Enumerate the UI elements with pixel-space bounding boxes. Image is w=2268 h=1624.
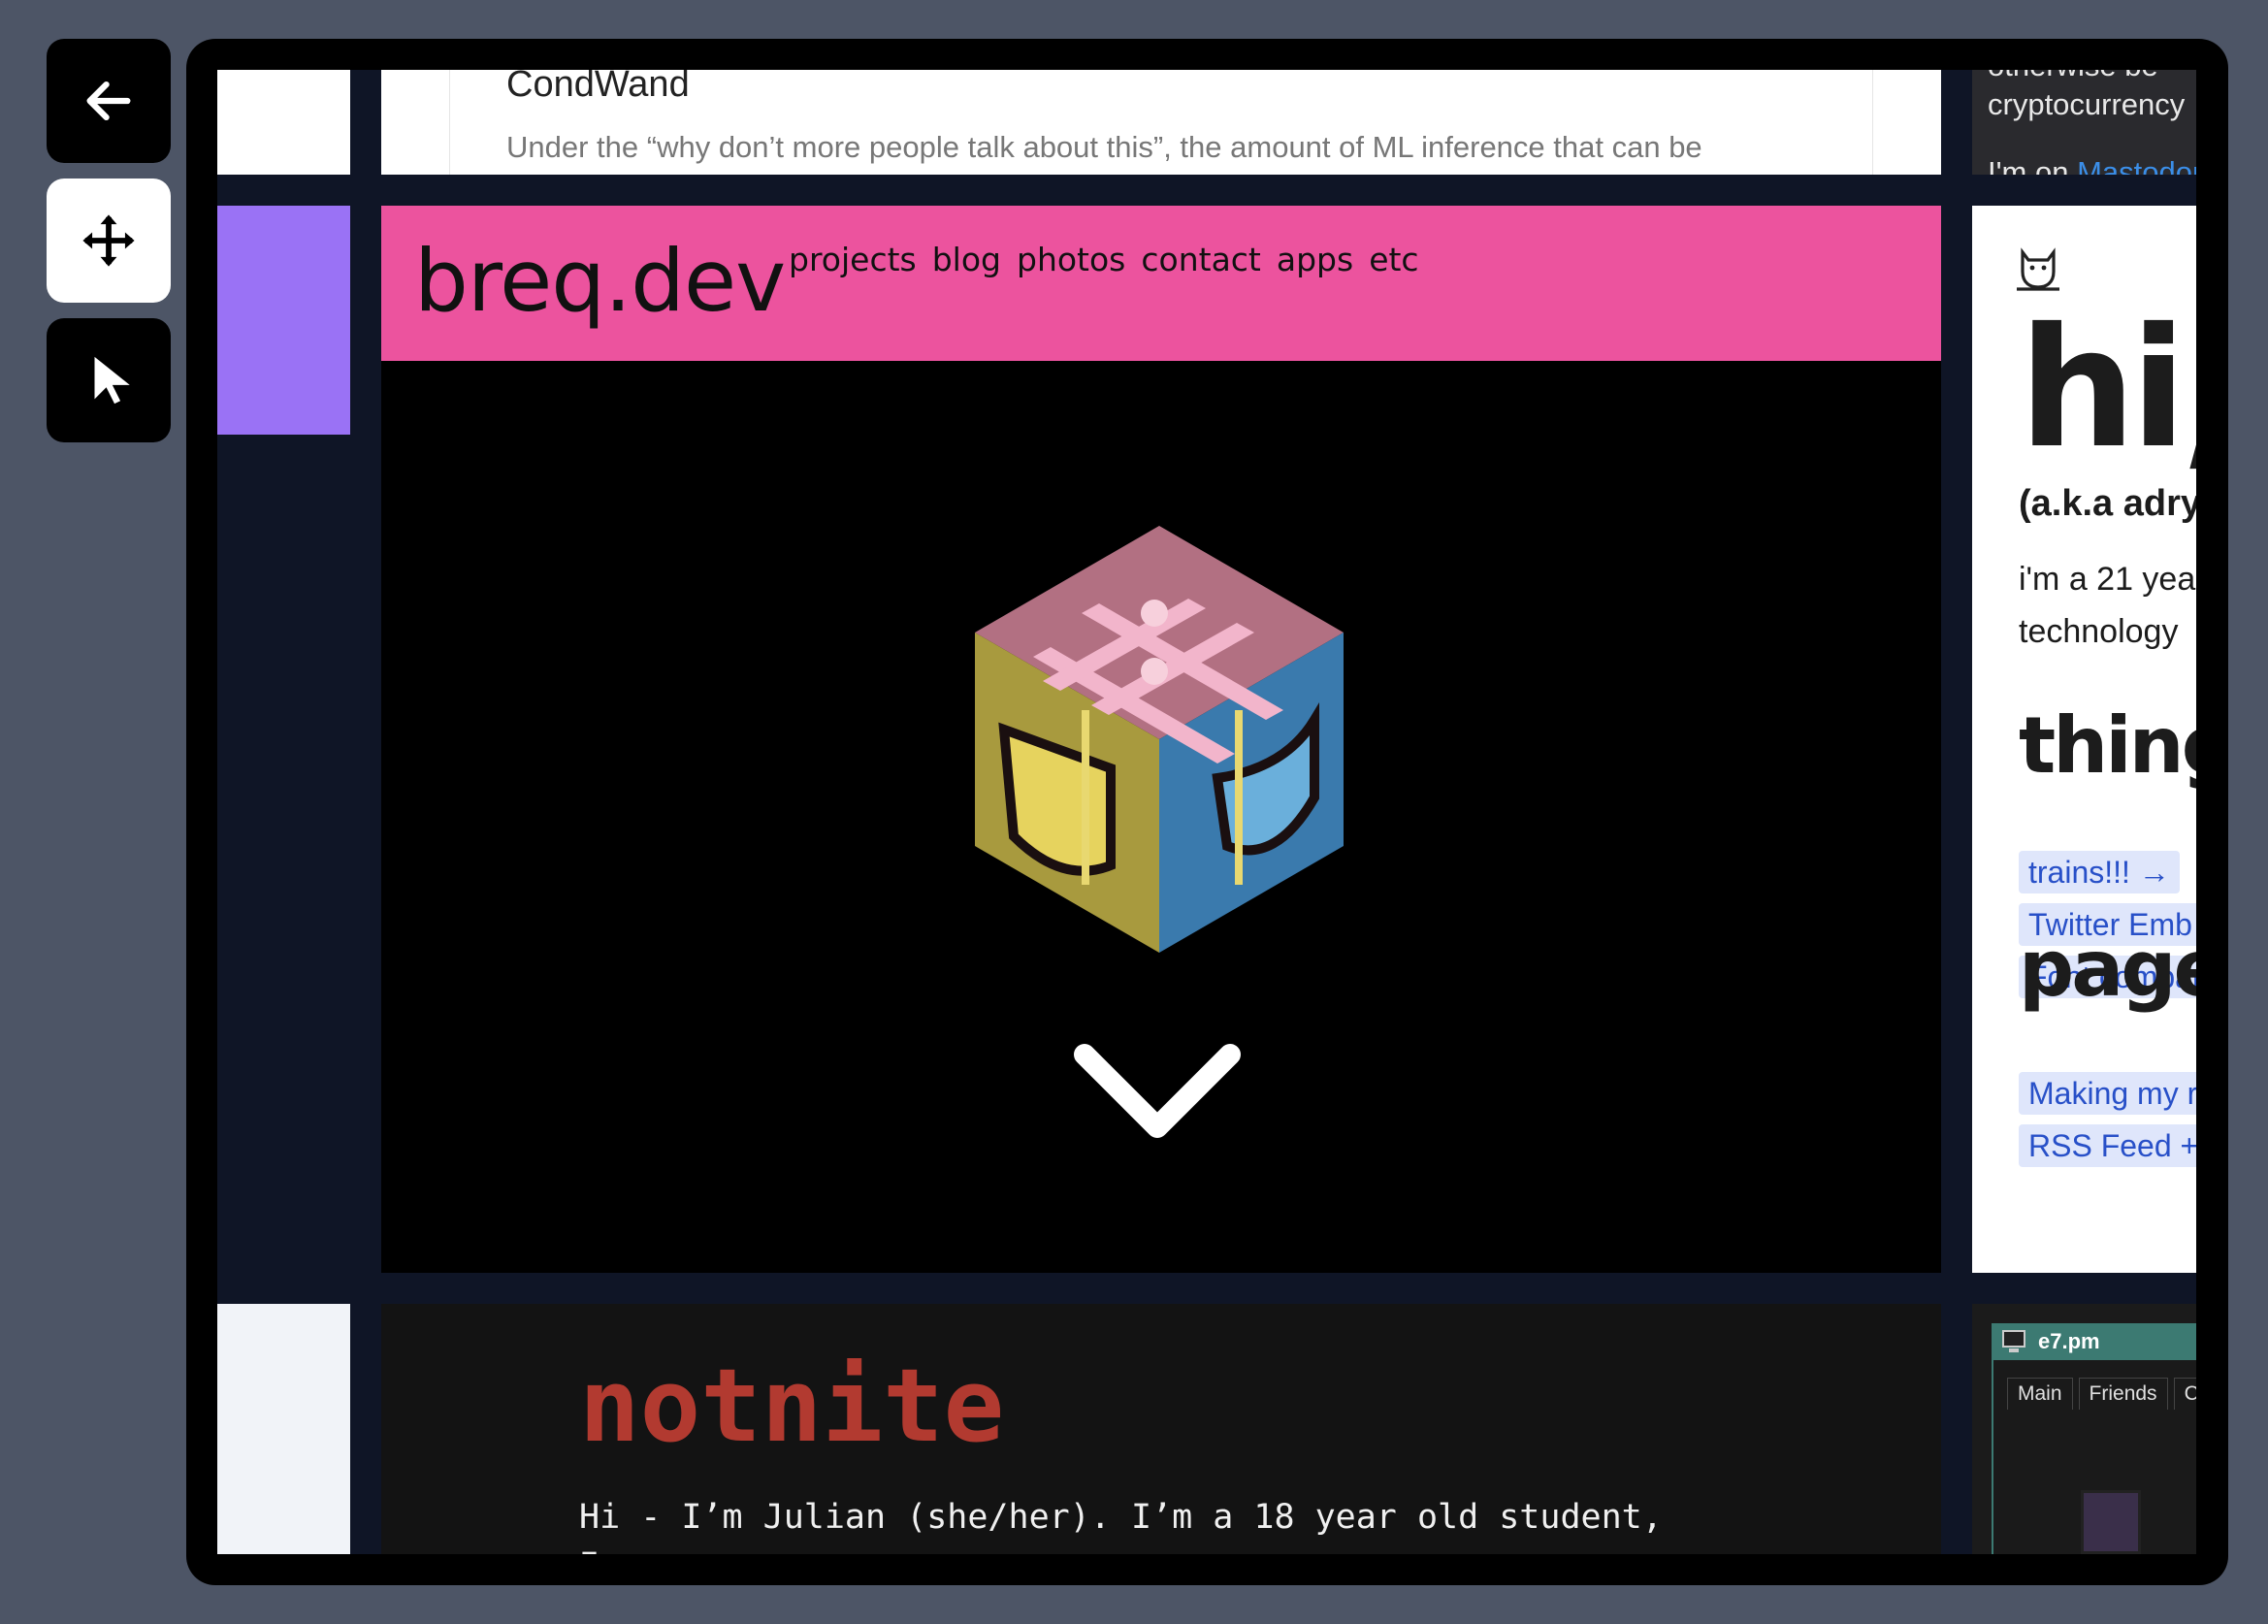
app-window: e7.pm Main Friends C (1992, 1323, 2196, 1554)
tab-main[interactable]: Main (2007, 1378, 2073, 1410)
text-line: otherwise be (1988, 70, 2158, 83)
site-heading: notnite (579, 1347, 1005, 1465)
intro-line: technology (2019, 613, 2179, 650)
window-titlebar: e7.pm (1993, 1325, 2196, 1360)
cat-pixel-icon (2017, 247, 2059, 291)
site-tile-hi[interactable]: hi, (a.k.a adry i'm a 21 yea technology … (1972, 206, 2196, 1273)
site-tile-notnite[interactable]: notnite Hi - I’m Julian (she/her). I’m a… (381, 1304, 1941, 1554)
nav-link-apps[interactable]: apps (1277, 241, 1353, 278)
pages-heading: page (2019, 924, 2196, 1014)
aka-text: (a.k.a adry (2019, 483, 2196, 524)
article-card: CondWand Under the “why don’t more peopl… (449, 70, 1873, 175)
nav-link-contact[interactable]: contact (1141, 241, 1261, 278)
tab-other[interactable]: C (2173, 1378, 2196, 1410)
pages-link[interactable]: Making my r (2019, 1072, 2196, 1115)
site-header: breq.dev projects blog photos contact ap… (381, 206, 1941, 361)
article-snippet: Under the “why don’t more people talk ab… (506, 130, 1702, 164)
move-arrows-icon (82, 214, 135, 267)
things-link[interactable]: trains!!! → (2019, 851, 2180, 893)
canvas-viewport[interactable]: CondWand Under the “why don’t more peopl… (186, 39, 2228, 1585)
site-logo[interactable]: breq.dev (414, 231, 786, 331)
things-heading: thing (2019, 700, 2196, 791)
window-title: e7.pm (2038, 1329, 2100, 1353)
nav-link-photos[interactable]: photos (1017, 241, 1125, 278)
mastodon-link[interactable]: Mastodon (2077, 155, 2196, 175)
pixel-box-icon (2081, 1490, 2141, 1554)
intro-line: Hi - I’m Julian (she/her). I’m a 18 year… (579, 1498, 1663, 1537)
isometric-cube-logo (975, 526, 1344, 953)
scroll-down-chevron-icon[interactable] (1070, 1040, 1245, 1147)
site-tile-purple[interactable] (217, 206, 350, 435)
computer-icon (2002, 1330, 2025, 1352)
site-tile-breq-dev[interactable]: breq.dev projects blog photos contact ap… (381, 206, 1941, 1273)
nav-link-etc[interactable]: etc (1369, 241, 1418, 278)
window-tabs: Main Friends C (2007, 1378, 2196, 1410)
article-title: CondWand (506, 70, 690, 105)
site-tile-condwand[interactable]: CondWand Under the “why don’t more peopl… (381, 70, 1941, 175)
site-tile-light-strip[interactable] (217, 1304, 350, 1554)
hero-heading: hi, (2019, 293, 2196, 485)
nav-link-projects[interactable]: projects (789, 241, 917, 278)
intro-line: I (579, 1546, 599, 1554)
move-tool-button[interactable] (47, 179, 171, 303)
site-tile-white-strip[interactable] (217, 70, 350, 175)
text-prefix: I'm on (1988, 155, 2078, 175)
arrow-left-icon (86, 81, 131, 121)
text-line: cryptocurrency (1988, 87, 2186, 121)
text-line: I'm on Mastodon (1988, 155, 2196, 175)
pointer-cursor-icon (94, 356, 130, 405)
nav-link-blog[interactable]: blog (932, 241, 1001, 278)
site-tile-e7pm[interactable]: e7.pm Main Friends C (1972, 1304, 2196, 1554)
select-tool-button[interactable] (47, 318, 171, 442)
back-button[interactable] (47, 39, 171, 163)
site-nav: projects blog photos contact apps etc (789, 241, 1419, 278)
pages-link[interactable]: RSS Feed + (2019, 1124, 2196, 1167)
site-tile-crypto[interactable]: otherwise be cryptocurrency I'm on Masto… (1972, 70, 2196, 175)
intro-line: i'm a 21 yea (2019, 561, 2196, 598)
tab-friends[interactable]: Friends (2078, 1378, 2168, 1410)
site-grid: CondWand Under the “why don’t more peopl… (217, 70, 2196, 1554)
